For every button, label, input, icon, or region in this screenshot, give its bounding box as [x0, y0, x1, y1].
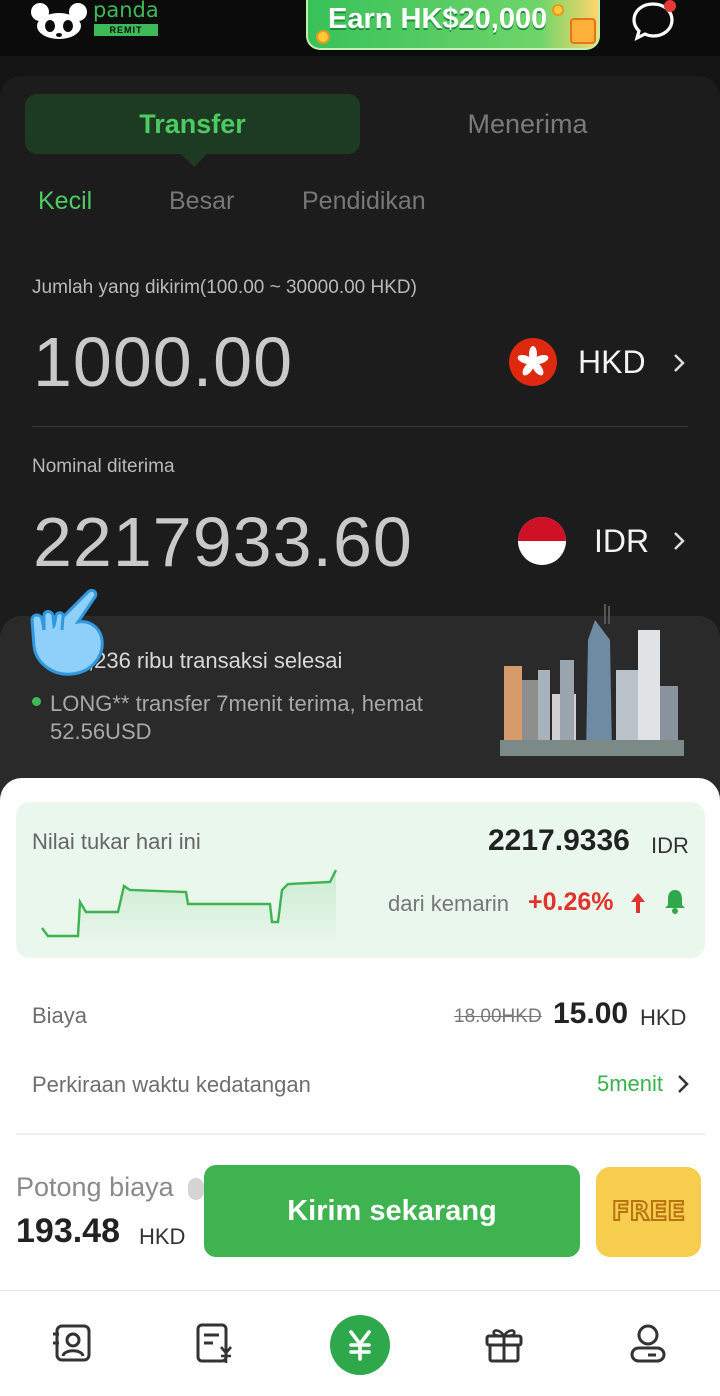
gift-icon[interactable]: [482, 1321, 526, 1365]
subtab-kecil[interactable]: Kecil: [38, 187, 92, 216]
subtab-besar[interactable]: Besar: [169, 187, 234, 216]
coin-icon: [552, 4, 564, 16]
eta-value[interactable]: 5menit: [597, 1071, 663, 1097]
send-amount-input[interactable]: 1000.00: [33, 322, 293, 402]
send-amount-label: Jumlah yang dikirim(100.00 ~ 30000.00 HK…: [32, 277, 417, 298]
arrow-up-icon: [631, 893, 645, 913]
indonesia-flag-icon: [518, 517, 566, 565]
free-badge-button[interactable]: FREE: [596, 1167, 701, 1257]
referral-banner-text: Earn HK$20,000: [328, 3, 548, 35]
eta-label: Perkiraan waktu kedatangan: [32, 1072, 311, 1097]
exchange-rate-value: 2217.9336: [488, 824, 630, 857]
transactions-count-text: ,236 ribu transaksi selesai: [88, 648, 343, 673]
chevron-right-icon[interactable]: [672, 352, 686, 374]
fee-discounted: 15.00: [553, 997, 629, 1030]
top-bar: panda REMIT Earn HK$20,000: [0, 0, 720, 56]
panda-logo-icon: [31, 3, 87, 39]
fee-label: Biaya: [32, 1003, 88, 1028]
fee-original: 18.00HKD: [454, 1006, 542, 1027]
info-icon[interactable]: [188, 1178, 204, 1200]
chevron-right-icon[interactable]: [672, 530, 686, 552]
logo-subtitle: REMIT: [94, 24, 158, 36]
discount-unit: HKD: [139, 1224, 186, 1249]
receive-amount-value[interactable]: 2217933.60: [33, 502, 413, 582]
bell-icon[interactable]: [664, 888, 686, 914]
gift-box-icon: [570, 18, 596, 44]
chevron-right-icon[interactable]: [676, 1073, 690, 1095]
divider: [16, 1133, 705, 1135]
rate-change-label: dari kemarin: [388, 891, 510, 916]
logo-wordmark: panda: [93, 0, 159, 22]
recent-transfer-text: LONG** transfer 7menit terima, hemat 52.…: [50, 691, 423, 744]
receive-amount-label: Nominal diterima: [32, 456, 175, 477]
subtab-pendidikan[interactable]: Pendidikan: [302, 187, 426, 216]
discount-label: Potong biaya: [16, 1172, 174, 1202]
exchange-rate-label: Nilai tukar hari ini: [32, 829, 201, 854]
exchange-rate-sparkline: [41, 869, 338, 942]
discount-value: 193.48: [16, 1212, 120, 1250]
send-currency-selector[interactable]: HKD: [578, 344, 646, 381]
contacts-icon[interactable]: [51, 1321, 95, 1365]
exchange-rate-unit: IDR: [651, 833, 689, 858]
divider: [32, 426, 688, 427]
send-now-button[interactable]: Kirim sekarang: [204, 1165, 580, 1257]
profile-icon[interactable]: [626, 1321, 670, 1365]
receive-currency-selector[interactable]: IDR: [594, 523, 649, 560]
yen-icon: [349, 1330, 371, 1361]
chat-message-icon[interactable]: [628, 0, 678, 42]
referral-banner[interactable]: Earn HK$20,000: [306, 0, 600, 50]
remit-nav-button[interactable]: [330, 1315, 390, 1375]
tab-transfer[interactable]: Transfer: [25, 109, 360, 140]
tab-menerima[interactable]: Menerima: [360, 109, 695, 140]
orders-icon[interactable]: [193, 1321, 237, 1365]
hong-kong-flag-icon: [509, 338, 557, 386]
panda-remit-logo: panda REMIT: [30, 0, 170, 40]
pointing-hand-icon: [30, 588, 104, 676]
rate-change-value: +0.26%: [528, 888, 614, 916]
live-dot-icon: [32, 697, 41, 706]
city-skyline-icon: [500, 604, 684, 756]
tab-indicator: [180, 153, 208, 167]
coin-icon: [316, 30, 330, 44]
fee-unit: HKD: [640, 1005, 687, 1030]
